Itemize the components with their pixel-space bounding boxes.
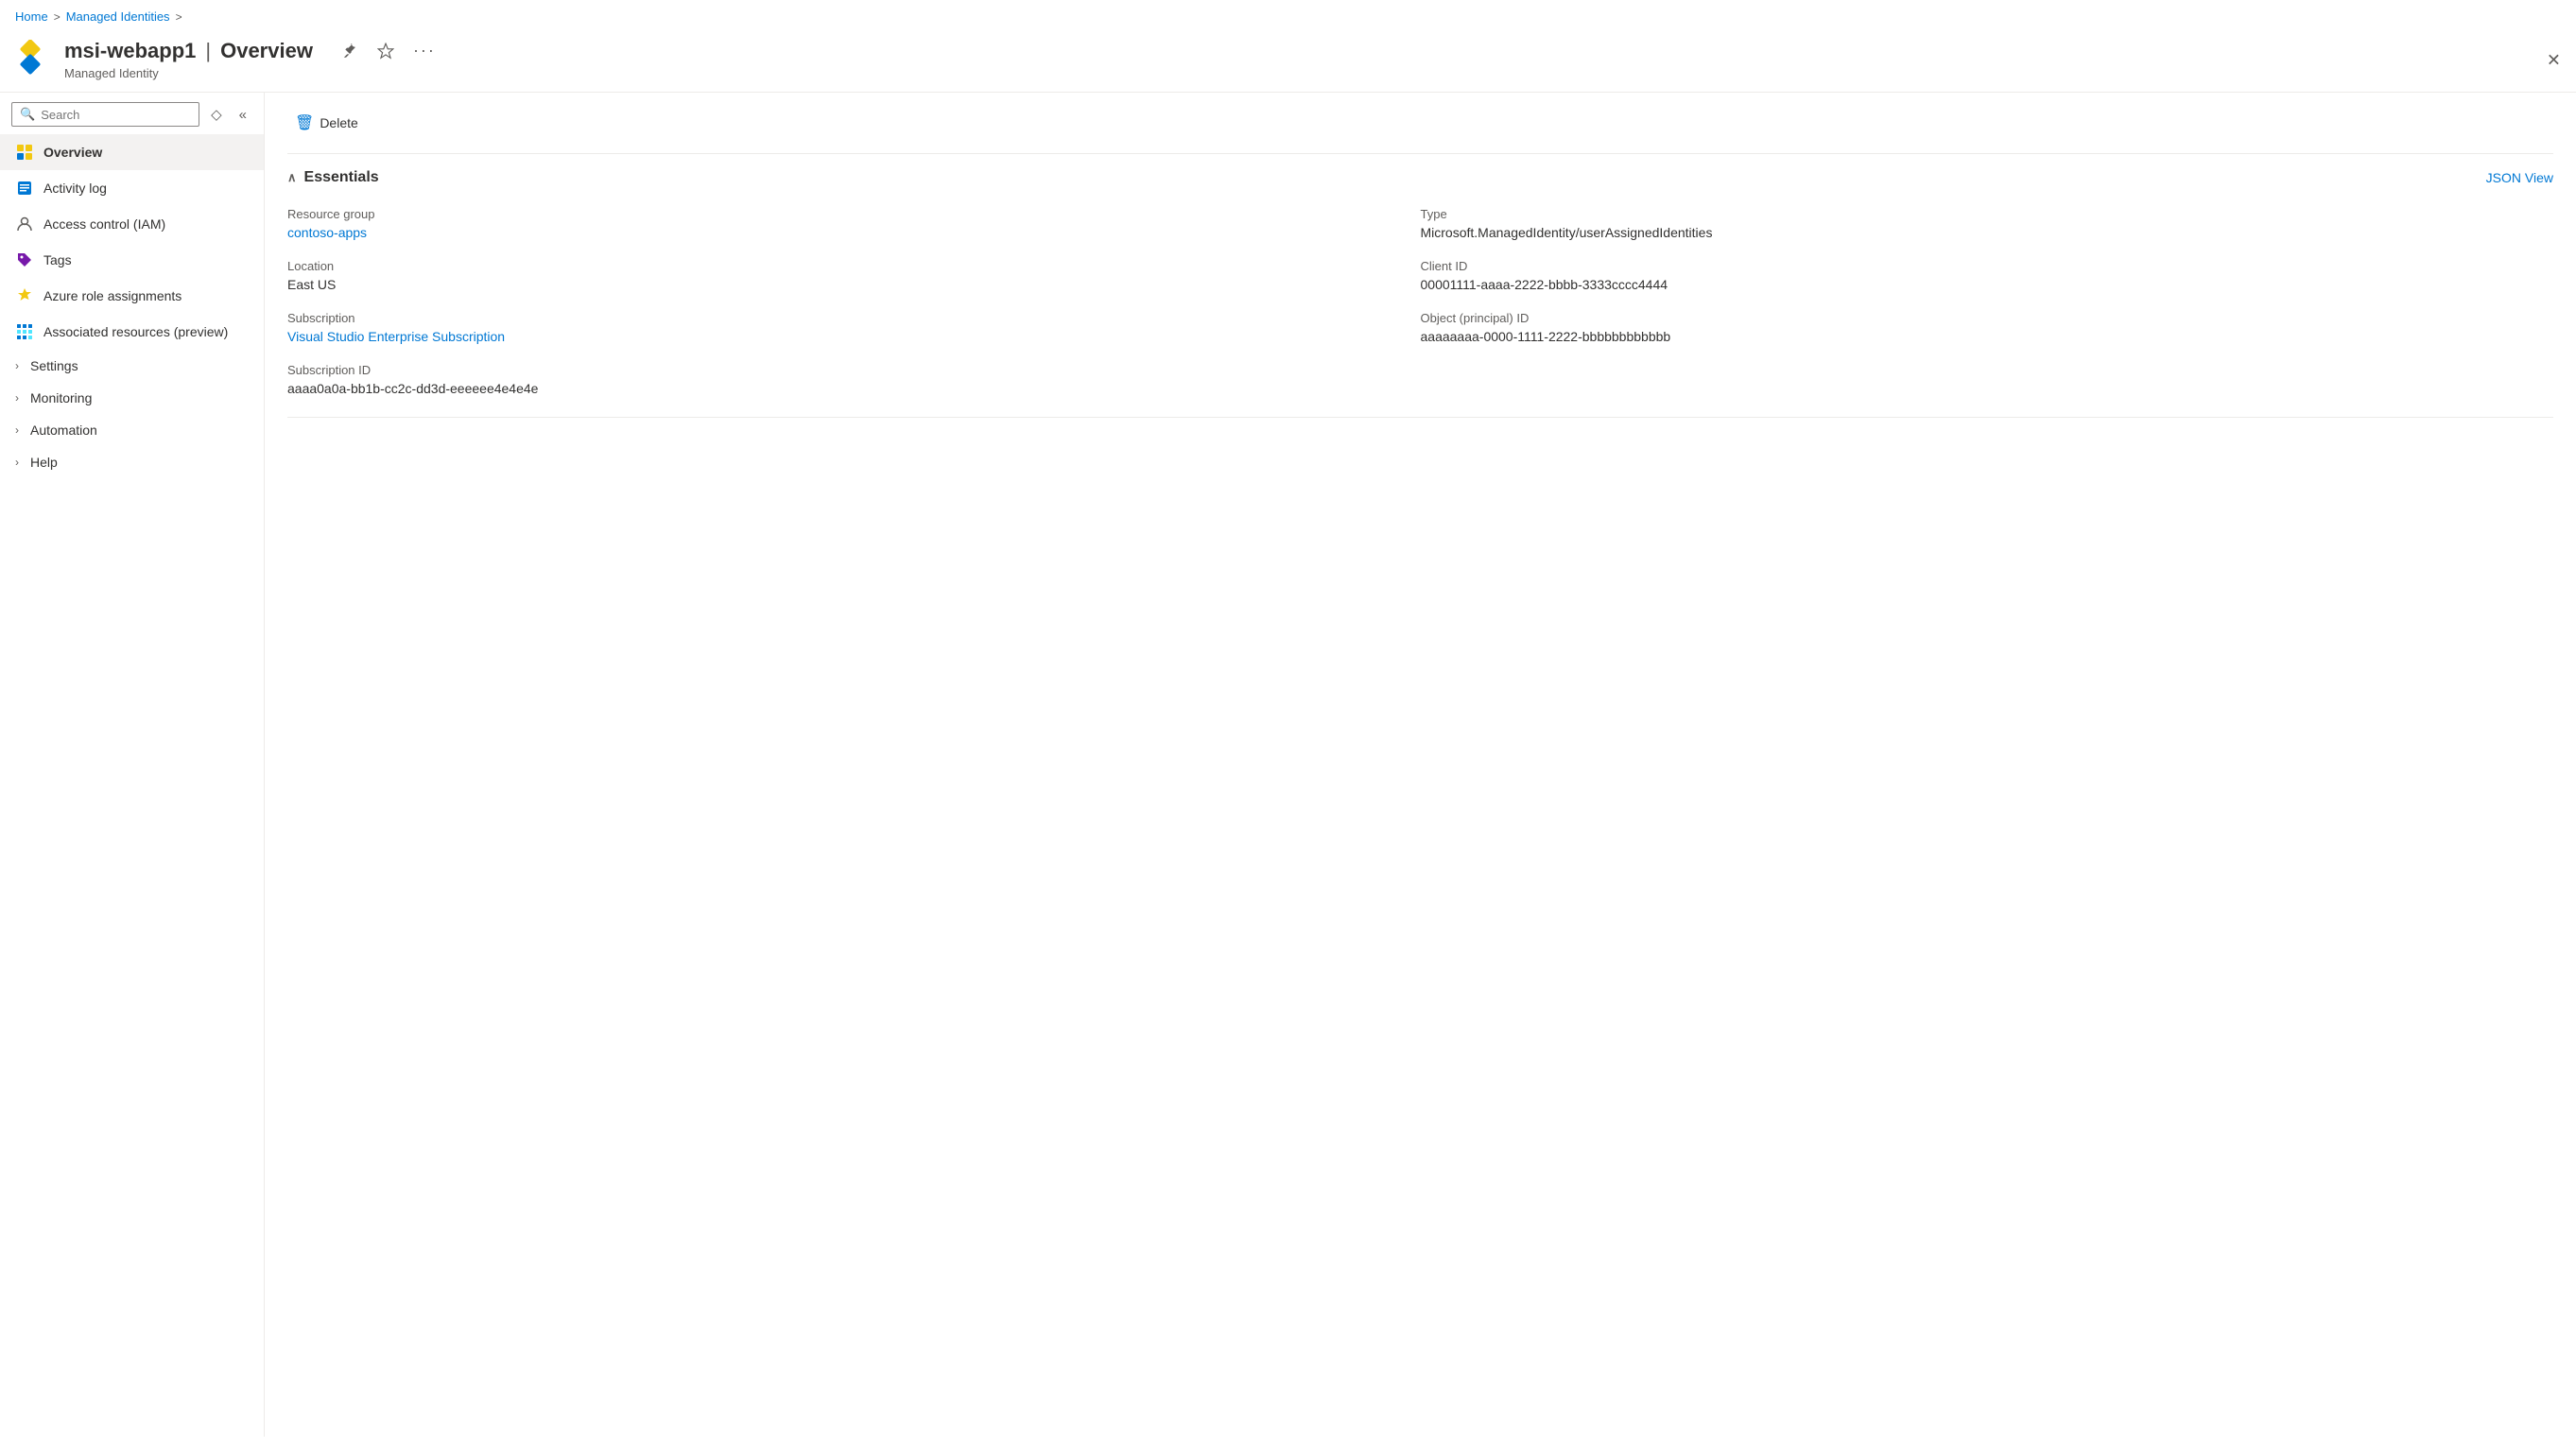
activity-log-label: Activity log (43, 181, 107, 196)
sidebar-item-settings[interactable]: › Settings (0, 350, 264, 382)
resource-group-link[interactable]: contoso-apps (287, 225, 367, 240)
sidebar-item-overview[interactable]: Overview (0, 134, 264, 170)
essentials-section: ∧ Essentials JSON View Resource group co… (287, 169, 2553, 418)
search-icon: 🔍 (20, 107, 35, 122)
sidebar-item-access-control[interactable]: Access control (IAM) (0, 206, 264, 242)
favorite-button[interactable] (373, 39, 398, 63)
iam-icon (15, 215, 34, 233)
toolbar: 🗑 Delete (287, 108, 2553, 154)
collapse-button[interactable]: « (233, 103, 252, 127)
delete-button[interactable]: 🗑 Delete (287, 108, 366, 138)
tags-icon (15, 250, 34, 269)
sidebar-search-box[interactable]: 🔍 (11, 102, 199, 127)
tags-label: Tags (43, 252, 72, 267)
overview-label: Overview (43, 145, 102, 160)
resource-group-label: Resource group (287, 207, 1421, 221)
json-view-link[interactable]: JSON View (2486, 170, 2553, 185)
type-value: Microsoft.ManagedIdentity/userAssignedId… (1421, 225, 2554, 240)
essentials-right-column: Type Microsoft.ManagedIdentity/userAssig… (1421, 201, 2554, 409)
pin-button[interactable] (337, 39, 362, 63)
sidebar-item-activity-log[interactable]: Activity log (0, 170, 264, 206)
activity-log-icon (15, 179, 34, 198)
breadcrumb: Home > Managed Identities > (0, 0, 2576, 29)
settings-expand-arrow: › (15, 359, 19, 372)
type-label: Type (1421, 207, 2554, 221)
subscription-value: Visual Studio Enterprise Subscription (287, 329, 1421, 344)
sidebar-item-tags[interactable]: Tags (0, 242, 264, 278)
more-button[interactable]: ··· (409, 37, 440, 64)
filter-button[interactable]: ◇ (205, 102, 228, 127)
automation-label: Automation (30, 422, 97, 438)
role-icon (15, 286, 34, 305)
sidebar-item-monitoring[interactable]: › Monitoring (0, 382, 264, 414)
breadcrumb-home[interactable]: Home (15, 9, 48, 24)
role-assignments-label: Azure role assignments (43, 288, 182, 303)
monitoring-expand-arrow: › (15, 391, 19, 405)
sidebar-item-role-assignments[interactable]: Azure role assignments (0, 278, 264, 314)
essentials-subscription-id: Subscription ID aaaa0a0a-bb1b-cc2c-dd3d-… (287, 357, 1421, 409)
page-title: Overview (220, 39, 313, 63)
essentials-client-id: Client ID 00001111-aaaa-2222-bbbb-3333cc… (1421, 253, 2554, 305)
essentials-location: Location East US (287, 253, 1421, 305)
subscription-label: Subscription (287, 311, 1421, 325)
automation-expand-arrow: › (15, 423, 19, 437)
location-value: East US (287, 277, 1421, 292)
content-area: 🗑 Delete ∧ Essentials JSON View Resource… (265, 93, 2576, 1437)
resource-group-value: contoso-apps (287, 225, 1421, 240)
overview-icon (15, 143, 34, 162)
essentials-title-text: Essentials (304, 169, 379, 186)
trash-icon: 🗑 (295, 113, 314, 132)
associated-resources-label: Associated resources (preview) (43, 324, 228, 339)
object-id-label: Object (principal) ID (1421, 311, 2554, 325)
resource-header: msi-webapp1 | Overview ··· (0, 29, 2576, 93)
help-label: Help (30, 455, 58, 470)
essentials-chevron[interactable]: ∧ (287, 170, 297, 185)
access-control-label: Access control (IAM) (43, 216, 165, 232)
search-input[interactable] (41, 108, 191, 122)
sidebar-item-automation[interactable]: › Automation (0, 414, 264, 446)
sidebar-search-row: 🔍 ◇ « (0, 93, 264, 134)
delete-label: Delete (320, 115, 357, 130)
essentials-left-column: Resource group contoso-apps Location Eas… (287, 201, 1421, 409)
essentials-divider (287, 417, 2553, 418)
sidebar-item-associated-resources[interactable]: Associated resources (preview) (0, 314, 264, 350)
resource-name: msi-webapp1 (64, 39, 196, 63)
subscription-link[interactable]: Visual Studio Enterprise Subscription (287, 329, 505, 344)
breadcrumb-managed-identities[interactable]: Managed Identities (66, 9, 170, 24)
resource-icon (15, 40, 53, 78)
monitoring-label: Monitoring (30, 390, 92, 405)
client-id-label: Client ID (1421, 259, 2554, 273)
essentials-grid: Resource group contoso-apps Location Eas… (287, 201, 2553, 409)
sidebar: 🔍 ◇ « Overview (0, 93, 265, 1437)
associated-icon (15, 322, 34, 341)
main-layout: 🔍 ◇ « Overview (0, 93, 2576, 1437)
settings-label: Settings (30, 358, 78, 373)
subscription-id-label: Subscription ID (287, 363, 1421, 377)
object-id-value: aaaaaaaa-0000-1111-2222-bbbbbbbbbbbb (1421, 329, 2554, 344)
essentials-title: ∧ Essentials (287, 169, 379, 186)
breadcrumb-sep-2: > (176, 10, 182, 24)
resource-subtitle: Managed Identity (64, 66, 440, 80)
title-separator: | (205, 39, 211, 63)
resource-title: msi-webapp1 | Overview ··· (64, 37, 440, 64)
close-button[interactable]: ✕ (2547, 51, 2561, 71)
location-label: Location (287, 259, 1421, 273)
header-actions: ··· (337, 37, 440, 64)
essentials-subscription: Subscription Visual Studio Enterprise Su… (287, 305, 1421, 357)
essentials-header: ∧ Essentials JSON View (287, 169, 2553, 186)
resource-title-group: msi-webapp1 | Overview ··· (64, 37, 440, 80)
essentials-resource-group: Resource group contoso-apps (287, 201, 1421, 253)
essentials-type: Type Microsoft.ManagedIdentity/userAssig… (1421, 201, 2554, 253)
essentials-object-id: Object (principal) ID aaaaaaaa-0000-1111… (1421, 305, 2554, 357)
breadcrumb-sep-1: > (54, 10, 61, 24)
help-expand-arrow: › (15, 456, 19, 469)
subscription-id-value: aaaa0a0a-bb1b-cc2c-dd3d-eeeeee4e4e4e (287, 381, 1421, 396)
client-id-value: 00001111-aaaa-2222-bbbb-3333cccc4444 (1421, 277, 2554, 292)
sidebar-item-help[interactable]: › Help (0, 446, 264, 478)
